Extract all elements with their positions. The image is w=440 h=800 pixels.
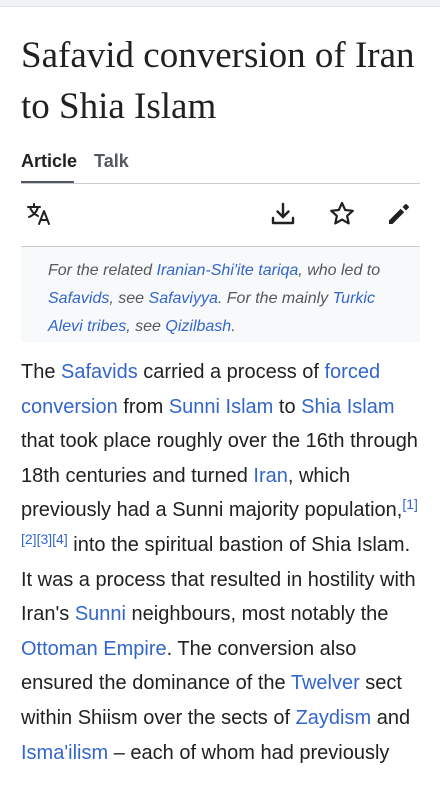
tabs-divider (21, 183, 420, 184)
tab-article[interactable]: Article (21, 150, 77, 172)
paragraph-text: to (273, 395, 302, 418)
link-shia-islam[interactable]: Shia Islam (301, 396, 394, 418)
hatnote-text: . For the mainly (217, 290, 333, 307)
watch-star-button[interactable] (324, 196, 360, 236)
link-safavids[interactable]: Safavids (61, 361, 138, 383)
link-sunni-islam[interactable]: Sunni Islam (169, 396, 274, 418)
citation-1[interactable]: [1] (402, 496, 418, 512)
paragraph-text: that took place roughly over the 16th th… (21, 430, 418, 487)
hatnote-text: , who led to (298, 262, 381, 279)
link-qizilbash[interactable]: Qizilbash (165, 318, 231, 335)
paragraph-text: The (21, 361, 62, 383)
link-twelver[interactable]: Twelver (291, 672, 360, 694)
paragraph-text: neighbours, most notably the (126, 603, 389, 626)
hatnote-text: . (231, 318, 236, 335)
hatnote-text: For the related (48, 262, 157, 279)
link-safaviyya[interactable]: Safaviyya (149, 290, 218, 307)
tab-talk[interactable]: Talk (94, 150, 129, 172)
paragraph-text: from (117, 395, 169, 418)
top-app-bar-edge (0, 0, 440, 7)
link-sunni[interactable]: Sunni (75, 603, 126, 625)
hatnote: For the related Iranian-Shi'ite tariqa, … (21, 247, 420, 342)
citation-4[interactable]: [4] (52, 531, 68, 547)
paragraph-text: – each of whom had previously (108, 741, 390, 764)
edit-pencil-icon (385, 200, 413, 233)
page-actions-toolbar (21, 196, 420, 236)
citation-2[interactable]: [2] (21, 531, 37, 547)
link-ottoman-empire[interactable]: Ottoman Empire (21, 638, 167, 660)
hatnote-text: , see (126, 318, 166, 335)
article-lead-paragraph: The Safavids carried a process of forced… (21, 355, 426, 770)
link-iran[interactable]: Iran (253, 465, 287, 487)
page-title: Safavid conversion of Iran to Shia Islam (21, 35, 415, 127)
link-iranian-shiite-tariqa[interactable]: Iranian-Shi'ite tariqa (157, 262, 299, 279)
link-zaydism[interactable]: Zaydism (296, 707, 372, 729)
namespace-tabs: Article Talk (21, 150, 146, 172)
edit-button[interactable] (381, 196, 417, 236)
paragraph-text: carried a process of (137, 361, 325, 383)
hatnote-text: , see (109, 290, 149, 307)
language-button[interactable] (21, 196, 57, 236)
star-icon (328, 200, 356, 233)
link-ismailism[interactable]: Isma'ilism (21, 742, 108, 764)
download-icon (269, 200, 297, 233)
paragraph-text: and (371, 706, 411, 729)
citation-3[interactable]: [3] (37, 531, 53, 547)
download-button[interactable] (265, 196, 301, 236)
link-safavids[interactable]: Safavids (48, 290, 109, 307)
translate-icon (25, 200, 53, 233)
